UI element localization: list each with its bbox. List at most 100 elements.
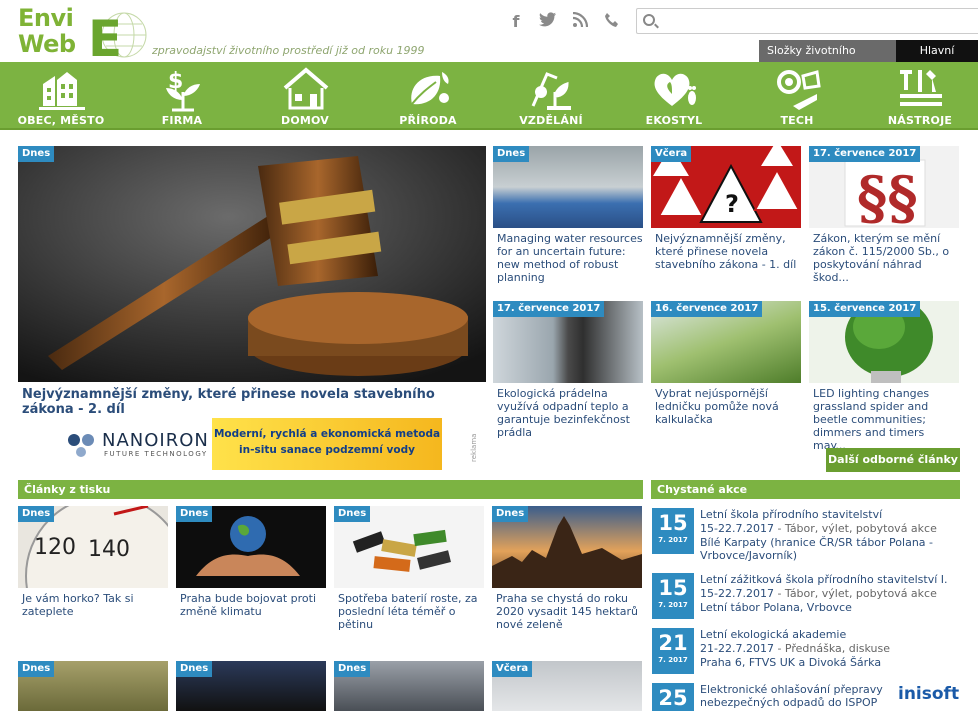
tab-main-topics[interactable]: Hlavní témata bbox=[896, 40, 978, 79]
main-article-title[interactable]: Nejvýznamnější změny, které přinese nove… bbox=[22, 387, 482, 417]
event-dates: 21-22.7.2017 - Přednáška, diskuse bbox=[700, 642, 890, 655]
press-article-title[interactable]: Je vám horko? Tak si zateplete bbox=[22, 592, 168, 618]
date-badge: 16. července 2017 bbox=[651, 301, 763, 317]
side-article-image[interactable]: 16. července 2017 bbox=[651, 301, 801, 383]
main-navigation: OBEC, MĚSTO $ FIRMA DOMOV PŘÍRODA VZDĚLÁ… bbox=[0, 62, 978, 130]
event-item[interactable]: 21 7. 2017 Letní ekologická akademie 21-… bbox=[652, 628, 972, 678]
search-input[interactable] bbox=[661, 11, 961, 31]
side-article-image[interactable]: 15. července 2017 bbox=[809, 301, 959, 383]
press-section-title: Články z tisku bbox=[18, 480, 643, 499]
side-article-image[interactable]: 17. července 2017 bbox=[493, 301, 643, 383]
press-article-image[interactable]: Dnes bbox=[18, 661, 168, 711]
rss-icon[interactable] bbox=[570, 11, 590, 32]
social-links: f bbox=[506, 11, 622, 32]
nav-item-education[interactable]: VZDĚLÁNÍ bbox=[496, 62, 606, 130]
press-article-image[interactable]: Dnes bbox=[176, 506, 326, 588]
press-article-title[interactable]: Praha se chystá do roku 2020 vysadit 145… bbox=[496, 592, 642, 631]
event-date-range: 15-22.7.2017 bbox=[700, 522, 774, 535]
twitter-icon[interactable] bbox=[538, 12, 558, 32]
press-article-image[interactable]: Dnes bbox=[334, 661, 484, 711]
nav-label: EKOSTYL bbox=[645, 114, 703, 127]
banner-brand: NANOIRON bbox=[102, 430, 209, 451]
event-title[interactable]: Letní škola přírodního stavitelství bbox=[700, 508, 882, 521]
main-article-image[interactable]: Dnes bbox=[18, 146, 486, 382]
date-badge: Dnes bbox=[492, 506, 529, 522]
nav-item-home[interactable]: DOMOV bbox=[250, 62, 360, 130]
svg-text:120: 120 bbox=[34, 535, 76, 560]
event-type: - Tábor, výlet, pobytová akce bbox=[773, 522, 937, 535]
nav-label: VZDĚLÁNÍ bbox=[519, 114, 583, 127]
side-article-title[interactable]: Ekologická prádelna využívá odpadní tepl… bbox=[497, 387, 643, 439]
date-badge: Včera bbox=[492, 661, 533, 677]
press-article-title[interactable]: Praha bude bojovat proti změně klimatu bbox=[180, 592, 326, 618]
events-section-title: Chystané akce bbox=[651, 480, 960, 499]
press-article-image[interactable]: Dnes bbox=[176, 661, 326, 711]
date-badge: 17. července 2017 bbox=[493, 301, 605, 317]
nav-item-tech[interactable]: TECH bbox=[742, 62, 852, 130]
gavel-illustration bbox=[18, 146, 486, 382]
money-plant-icon: $ bbox=[166, 69, 200, 112]
nav-item-ecostyle[interactable]: EKOSTYL bbox=[619, 62, 729, 130]
event-date: 25 bbox=[652, 683, 694, 711]
event-title[interactable]: Letní zážitková škola přírodního stavite… bbox=[700, 573, 948, 586]
side-article-image[interactable]: §§ 17. července 2017 bbox=[809, 146, 959, 228]
search-box[interactable] bbox=[636, 8, 978, 34]
side-article-title[interactable]: LED lighting changes grassland spider an… bbox=[813, 387, 959, 449]
date-badge: Dnes bbox=[18, 146, 55, 162]
date-badge: Dnes bbox=[176, 661, 213, 677]
press-article-image[interactable]: 140 120 Dnes bbox=[18, 506, 168, 588]
event-month: 7. 2017 bbox=[658, 601, 688, 609]
event-place: Bílé Karpaty (hranice ČR/SR tábor Polana… bbox=[700, 536, 933, 562]
nanoiron-ad-banner[interactable]: NANOIRON FUTURE TECHNOLOGY Moderní, rych… bbox=[66, 418, 442, 470]
city-icon bbox=[39, 72, 85, 110]
side-article-image[interactable]: Dnes bbox=[493, 146, 643, 228]
side-article-title[interactable]: Managing water resources for an uncertai… bbox=[497, 232, 643, 284]
nav-item-company[interactable]: $ FIRMA bbox=[127, 62, 237, 130]
side-article-title[interactable]: Zákon, kterým se mění zákon č. 115/2000 … bbox=[813, 232, 959, 284]
side-article-image[interactable]: ? Včera bbox=[651, 146, 801, 228]
tab-environment-components[interactable]: Složky životního prostředí bbox=[759, 40, 896, 79]
event-date: 21 7. 2017 bbox=[652, 628, 694, 674]
svg-text:?: ? bbox=[725, 190, 739, 218]
press-article-image[interactable]: Dnes bbox=[334, 506, 484, 588]
event-item[interactable]: 15 7. 2017 Letní škola přírodního stavit… bbox=[652, 508, 972, 568]
event-month: 7. 2017 bbox=[658, 536, 688, 544]
more-articles-button[interactable]: Další odborné články bbox=[826, 448, 960, 472]
logo-text-envi: Envi bbox=[18, 4, 74, 32]
date-badge: Dnes bbox=[334, 661, 371, 677]
date-badge: 15. července 2017 bbox=[809, 301, 921, 317]
event-dates: 15-22.7.2017 - Tábor, výlet, pobytová ak… bbox=[700, 522, 937, 535]
event-date-range: 15-22.7.2017 bbox=[700, 587, 774, 600]
press-article-image[interactable]: Dnes bbox=[492, 506, 642, 588]
press-article-image[interactable]: Včera bbox=[492, 661, 642, 711]
event-day: 15 bbox=[658, 576, 688, 600]
search-icon bbox=[643, 14, 655, 26]
site-tagline: zpravodajství životního prostředí již od… bbox=[152, 44, 425, 57]
logo-e-globe-icon: E bbox=[88, 10, 147, 62]
event-title[interactable]: Letní ekologická akademie bbox=[700, 628, 846, 641]
facebook-icon[interactable]: f bbox=[506, 12, 526, 32]
nav-item-tools[interactable]: NÁSTROJE bbox=[865, 62, 975, 130]
nav-item-city[interactable]: OBEC, MĚSTO bbox=[6, 62, 116, 130]
date-badge: Dnes bbox=[176, 506, 213, 522]
event-title[interactable]: Elektronické ohlašování přepravy nebezpe… bbox=[700, 683, 890, 709]
tech-icon bbox=[777, 70, 821, 110]
nav-label: DOMOV bbox=[281, 114, 329, 127]
inisoft-logo[interactable]: inisoft bbox=[898, 684, 959, 704]
date-badge: Dnes bbox=[493, 146, 530, 162]
nav-label: PŘÍRODA bbox=[399, 114, 457, 127]
event-day: 21 bbox=[658, 631, 688, 655]
site-logo[interactable]: Envi Web E bbox=[18, 4, 153, 62]
event-type: - Přednáška, diskuse bbox=[773, 642, 891, 655]
event-place: Letní tábor Polana, Vrbovce bbox=[700, 601, 852, 614]
nav-item-nature[interactable]: PŘÍRODA bbox=[373, 62, 483, 130]
event-day: 25 bbox=[658, 686, 688, 710]
press-article-title[interactable]: Spotřeba baterií roste, za poslední léta… bbox=[338, 592, 484, 631]
side-article-title[interactable]: Vybrat nejúspornější ledničku pomůže nov… bbox=[655, 387, 801, 426]
phone-icon[interactable] bbox=[602, 12, 622, 32]
house-icon bbox=[283, 67, 329, 110]
nav-label: FIRMA bbox=[161, 114, 203, 127]
event-item[interactable]: 15 7. 2017 Letní zážitková škola přírodn… bbox=[652, 573, 972, 623]
side-article-title[interactable]: Nejvýznamnější změny, které přinese nove… bbox=[655, 232, 801, 271]
education-icon bbox=[531, 72, 571, 110]
